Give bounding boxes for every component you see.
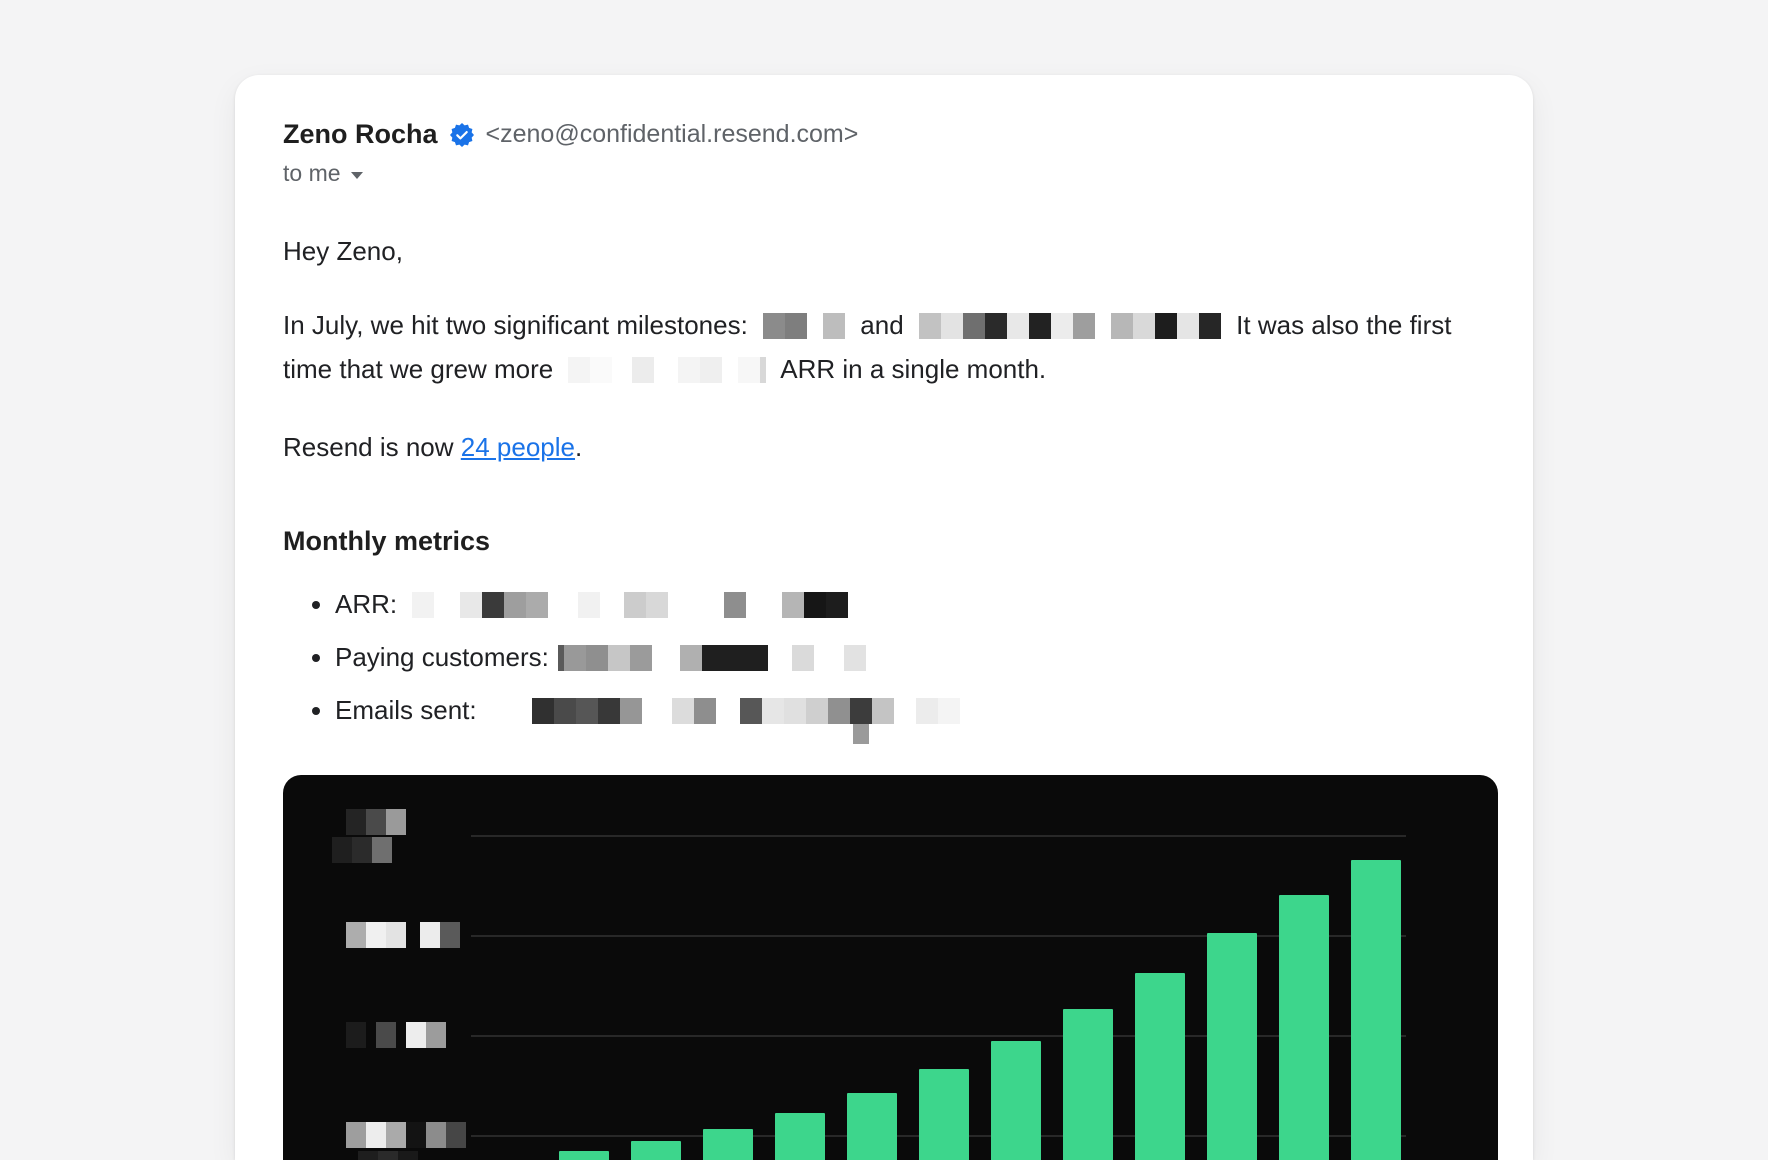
email-card: Zeno Rocha <zeno@confidential.resend.com… [235, 75, 1533, 1160]
verified-badge-icon [450, 123, 474, 147]
redacted-value [492, 698, 960, 724]
redacted-axis-label [358, 1151, 418, 1160]
sender-row: Zeno Rocha <zeno@confidential.resend.com… [283, 119, 1485, 150]
chart-gridline [471, 1035, 1406, 1037]
metric-emails-sent: Emails sent: [335, 693, 1485, 727]
team-size-link[interactable]: 24 people [461, 432, 575, 462]
chart-bar [1279, 895, 1329, 1160]
recipient-label: to me [283, 160, 341, 187]
metrics-list: ARR: Paying customers: Emails sent: [335, 587, 1485, 727]
redacted-value [919, 313, 1221, 339]
milestones-paragraph: In July, we hit two significant mileston… [283, 303, 1485, 391]
chart-bar [991, 1041, 1041, 1160]
chevron-down-icon [351, 172, 363, 179]
recipient-dropdown[interactable]: to me [283, 160, 363, 187]
para1-text-4: ARR in a single month. [780, 354, 1046, 384]
chart-bar [919, 1069, 969, 1160]
metric-arr: ARR: [335, 587, 1485, 621]
redacted-axis-label [346, 1022, 446, 1048]
chart-bar [703, 1129, 753, 1160]
metric-arr-label: ARR: [335, 589, 397, 619]
metric-emails-sent-label: Emails sent: [335, 695, 477, 725]
chart-bar [1135, 973, 1185, 1160]
chart-gridline [471, 835, 1406, 837]
metric-paying-customers-label: Paying customers: [335, 642, 549, 672]
team-size-paragraph: Resend is now 24 people. [283, 425, 1485, 469]
chart-bar [1351, 860, 1401, 1160]
redacted-axis-label [346, 809, 406, 835]
metrics-heading: Monthly metrics [283, 525, 1485, 557]
chart-bar [1063, 1009, 1113, 1160]
greeting: Hey Zeno, [283, 229, 1485, 273]
redacted-value [412, 592, 848, 618]
para2-suffix: . [575, 432, 582, 462]
chart-bar [775, 1113, 825, 1160]
chart-bar [631, 1141, 681, 1160]
redacted-value [558, 645, 866, 671]
email-page: Zeno Rocha <zeno@confidential.resend.com… [0, 0, 1768, 1160]
redacted-axis-label [346, 922, 460, 948]
para1-text-2: and [860, 310, 903, 340]
chart-bar [847, 1093, 897, 1160]
chart-bar [559, 1151, 609, 1160]
sender-email: <zeno@confidential.resend.com> [486, 120, 859, 149]
redacted-value [568, 357, 766, 383]
redacted-value [763, 313, 845, 339]
metric-paying-customers: Paying customers: [335, 640, 1485, 674]
redacted-axis-label [332, 837, 392, 863]
email-header: Zeno Rocha <zeno@confidential.resend.com… [283, 119, 1485, 187]
email-body: Hey Zeno, In July, we hit two significan… [283, 229, 1485, 1160]
growth-bar-chart [283, 775, 1498, 1160]
para1-text-1: In July, we hit two significant mileston… [283, 310, 748, 340]
chart-bar [1207, 933, 1257, 1160]
para2-prefix: Resend is now [283, 432, 454, 462]
chart-gridline [471, 935, 1406, 937]
sender-name: Zeno Rocha [283, 119, 438, 150]
redacted-axis-label [346, 1122, 466, 1148]
